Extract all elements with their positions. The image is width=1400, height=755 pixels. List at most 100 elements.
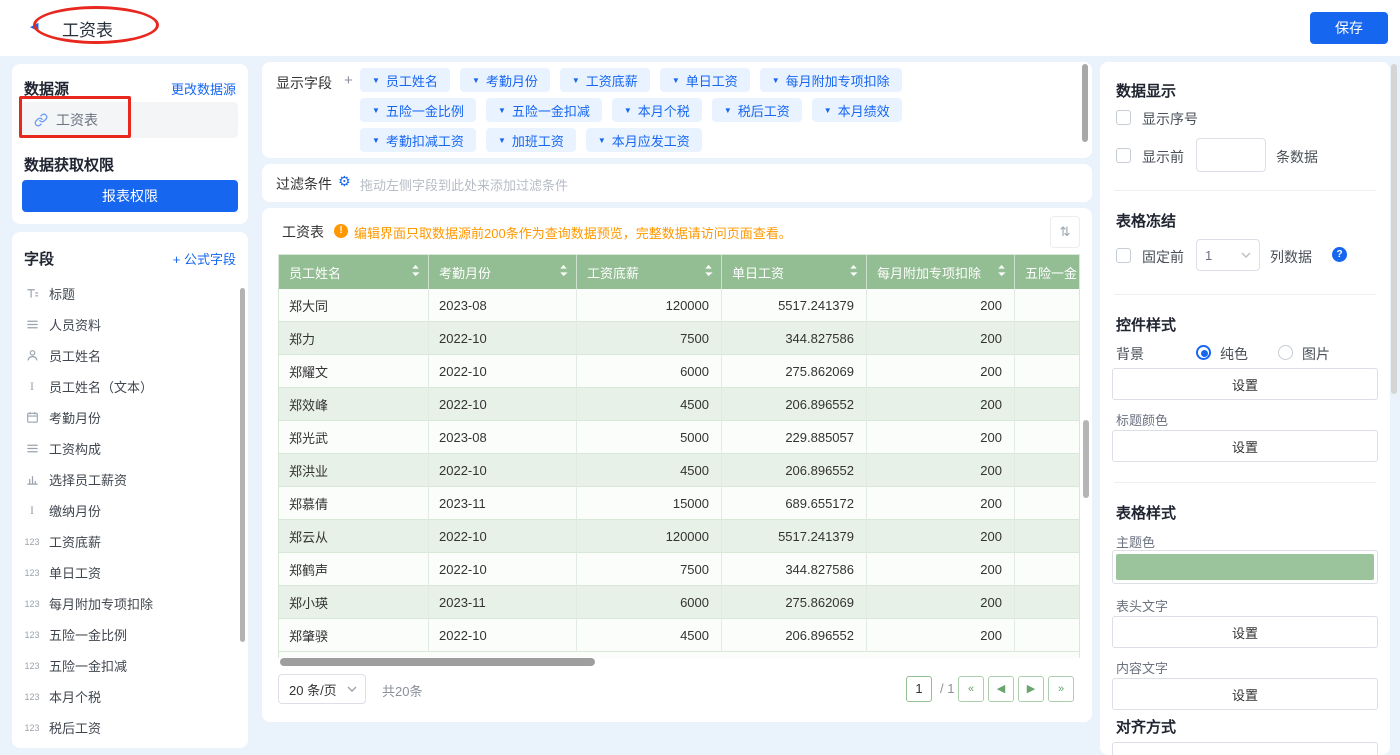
field-item[interactable]: 人员资料 <box>24 309 234 340</box>
fields-scrollbar[interactable] <box>240 288 245 642</box>
align-control-partial[interactable] <box>1112 742 1378 755</box>
gear-icon[interactable]: ⚙ <box>338 173 351 190</box>
tag-label: 税后工资 <box>738 101 790 120</box>
table-cell <box>1015 619 1080 652</box>
content-text-set-button[interactable]: 设置 <box>1112 678 1378 710</box>
field-item[interactable]: 123 每月附加专项扣除 <box>24 588 234 619</box>
table-row[interactable]: 郑效峰2022-104500206.896552200 <box>279 388 1079 421</box>
table-row[interactable]: 郑大同2023-081200005517.241379200 <box>279 289 1079 322</box>
report-permission-button[interactable]: 报表权限 <box>22 180 238 212</box>
field-item[interactable]: 123税后工资 <box>24 712 234 743</box>
table-style-title: 表格样式 <box>1116 502 1176 523</box>
display-field-tag[interactable]: ▼五险一金扣减 <box>486 98 602 122</box>
field-item[interactable]: 123单日工资 <box>24 557 234 588</box>
field-item[interactable]: 工资构成 <box>24 433 234 464</box>
column-header[interactable]: 每月附加专项扣除 <box>867 255 1015 289</box>
field-item[interactable]: 123本月个税 <box>24 681 234 712</box>
add-formula-field-link[interactable]: + 公式字段 <box>173 249 236 268</box>
number-icon: 123 <box>24 599 40 609</box>
number-icon: 123 <box>24 692 40 702</box>
field-label: 每月附加专项扣除 <box>49 594 153 613</box>
sort-toggle-button[interactable]: ⇅ <box>1050 216 1080 248</box>
table-row[interactable]: 郑光武2023-085000229.885057200 <box>279 421 1079 454</box>
column-header[interactable]: 五险一金 <box>1015 255 1080 289</box>
fix-count-select[interactable]: 1 <box>1196 239 1260 271</box>
field-label: 五险一金比例 <box>49 625 127 644</box>
sort-icon[interactable] <box>849 264 858 280</box>
page-size-select[interactable]: 20 条/页 <box>278 674 366 704</box>
field-item[interactable]: 考勤月份 <box>24 402 234 433</box>
display-field-tag[interactable]: ▼加班工资 <box>486 128 576 152</box>
save-button[interactable]: 保存 <box>1310 12 1388 44</box>
next-page-button[interactable]: ▶ <box>1018 676 1044 702</box>
display-fields-scrollbar[interactable] <box>1082 64 1088 142</box>
change-datasource-link[interactable]: 更改数据源 <box>171 79 236 98</box>
field-item[interactable]: 123工资底薪 <box>24 526 234 557</box>
display-field-tag[interactable]: ▼考勤扣减工资 <box>360 128 476 152</box>
display-field-tag[interactable]: ▼本月个税 <box>612 98 702 122</box>
prev-page-button[interactable]: ◀ <box>988 676 1014 702</box>
current-page-input[interactable]: 1 <box>906 676 932 702</box>
field-item[interactable]: 员工姓名 <box>24 340 234 371</box>
display-field-tag[interactable]: ▼工资底薪 <box>560 68 650 92</box>
datasource-item[interactable]: 工资表 <box>22 102 238 138</box>
table-cell: 5000 <box>577 421 722 454</box>
display-field-tag[interactable]: ▼本月绩效 <box>812 98 902 122</box>
column-header[interactable]: 工资底薪 <box>577 255 722 289</box>
display-field-tag[interactable]: ▼五险一金比例 <box>360 98 476 122</box>
table-row[interactable]: 郑鹤声2022-107500344.827586200 <box>279 553 1079 586</box>
image-radio[interactable] <box>1278 345 1293 360</box>
show-index-checkbox[interactable] <box>1116 110 1131 125</box>
display-field-tag[interactable]: ▼考勤月份 <box>460 68 550 92</box>
horizontal-scrollbar[interactable] <box>280 658 595 666</box>
show-first-checkbox[interactable] <box>1116 148 1131 163</box>
fix-columns-checkbox[interactable] <box>1116 248 1131 263</box>
column-header[interactable]: 员工姓名 <box>279 255 429 289</box>
add-display-field-icon[interactable]: + <box>344 72 353 89</box>
first-page-button[interactable]: « <box>958 676 984 702</box>
background-set-button[interactable]: 设置 <box>1112 368 1378 400</box>
table-row[interactable]: 郑肇骙2022-104500206.896552200 <box>279 619 1079 652</box>
field-item[interactable]: I员工姓名（文本） <box>24 371 234 402</box>
show-first-input[interactable] <box>1196 138 1266 172</box>
sort-icon[interactable] <box>559 264 568 280</box>
display-field-tag[interactable]: ▼单日工资 <box>660 68 750 92</box>
field-item[interactable]: I缴纳月份 <box>24 495 234 526</box>
title-color-set-button[interactable]: 设置 <box>1112 430 1378 462</box>
back-icon[interactable]: ◀ <box>30 20 38 33</box>
table-row[interactable]: 郑耀文2022-106000275.862069200 <box>279 355 1079 388</box>
theme-color-swatch[interactable] <box>1112 550 1378 584</box>
table-title: 工资表 <box>282 222 324 242</box>
table-row[interactable]: 郑力2022-107500344.827586200 <box>279 322 1079 355</box>
sort-icon[interactable] <box>411 264 420 280</box>
header-text-set-button[interactable]: 设置 <box>1112 616 1378 648</box>
field-item[interactable]: 123五险一金比例 <box>24 619 234 650</box>
display-fields-panel: 显示字段 + ▼员工姓名 ▼考勤月份 ▼工资底薪 ▼单日工资 ▼每月附加专项扣除 ▼五险一… <box>262 62 1092 158</box>
table-cell: 200 <box>867 487 1015 520</box>
display-fields-label: 显示字段 <box>276 73 332 93</box>
help-icon[interactable]: ? <box>1332 247 1347 262</box>
table-row[interactable]: 郑云从2022-101200005517.241379200 <box>279 520 1079 553</box>
table-row[interactable]: 郑洪业2022-104500206.896552200 <box>279 454 1079 487</box>
solid-color-radio[interactable] <box>1196 345 1211 360</box>
settings-scrollbar[interactable] <box>1391 64 1397 394</box>
field-item[interactable]: 123五险一金扣减 <box>24 650 234 681</box>
number-icon: 123 <box>24 568 40 578</box>
display-field-tag[interactable]: ▼本月应发工资 <box>586 128 702 152</box>
display-field-tag[interactable]: ▼员工姓名 <box>360 68 450 92</box>
table-row[interactable]: 郑小瑛2023-116000275.862069200 <box>279 586 1079 619</box>
field-item[interactable]: 选择员工薪资 <box>24 464 234 495</box>
field-item[interactable]: 标题 <box>24 278 234 309</box>
display-field-tag[interactable]: ▼税后工资 <box>712 98 802 122</box>
sort-icon[interactable] <box>704 264 713 280</box>
table-vertical-scrollbar[interactable] <box>1083 420 1089 498</box>
sort-icon[interactable] <box>997 264 1006 280</box>
last-page-button[interactable]: » <box>1048 676 1074 702</box>
caret-down-icon: ▼ <box>498 136 506 145</box>
table-cell: 200 <box>867 553 1015 586</box>
tag-row: ▼考勤扣减工资 ▼加班工资 ▼本月应发工资 <box>360 128 1080 152</box>
column-header[interactable]: 单日工资 <box>722 255 867 289</box>
display-field-tag[interactable]: ▼每月附加专项扣除 <box>760 68 902 92</box>
column-header[interactable]: 考勤月份 <box>429 255 577 289</box>
table-row[interactable]: 郑慕倩2023-1115000689.655172200 <box>279 487 1079 520</box>
